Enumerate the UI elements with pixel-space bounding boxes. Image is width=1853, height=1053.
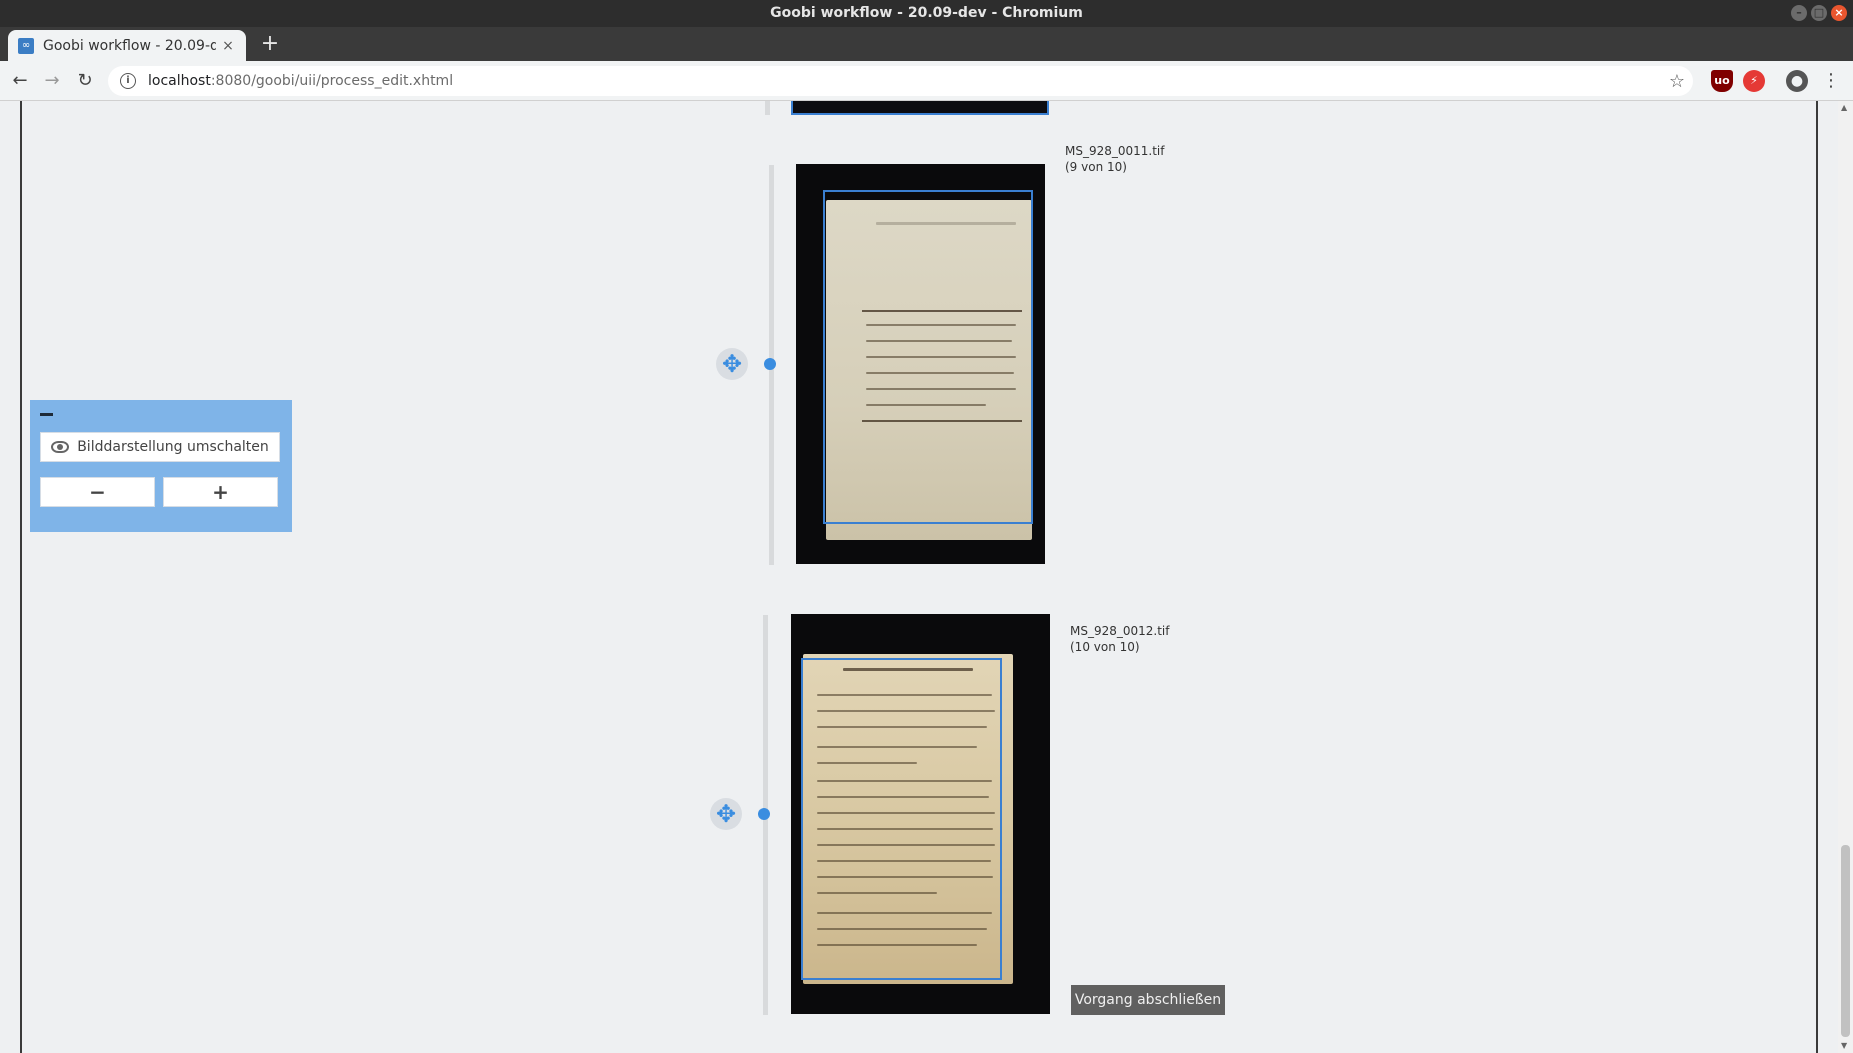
scan-image-10[interactable] <box>791 614 1050 1014</box>
toggle-image-view-label: Bilddarstellung umschalten <box>77 439 269 455</box>
timeline-track <box>765 101 770 115</box>
page-viewport: ✥ MS_928_0011.tif (9 von 10) ✥ MS_928_00… <box>0 101 1853 1053</box>
tab-strip: ∞ Goobi workflow - 20.09-dev × + <box>0 27 1853 61</box>
browser-toolbar: ← → ↻ i localhost:8080/goobi/uii/process… <box>0 61 1853 101</box>
scroll-down-arrow-icon[interactable]: ▼ <box>1841 1041 1847 1050</box>
address-bar[interactable]: i localhost:8080/goobi/uii/process_edit.… <box>108 66 1693 96</box>
tab-close-icon[interactable]: × <box>220 38 236 54</box>
goobi-favicon-icon: ∞ <box>18 37 34 54</box>
site-info-icon[interactable]: i <box>120 73 136 89</box>
image-label-10: MS_928_0012.tif (10 von 10) <box>1070 623 1170 655</box>
bookmark-star-icon[interactable]: ☆ <box>1669 71 1685 92</box>
profile-avatar-icon[interactable]: ● <box>1786 70 1808 92</box>
image-position: (10 von 10) <box>1070 640 1140 654</box>
window-controls: – □ × <box>1791 5 1847 21</box>
timeline-dot <box>758 808 770 820</box>
forward-arrow-icon[interactable]: → <box>40 69 64 93</box>
extension-bolt-icon[interactable]: ⚡ <box>1743 70 1765 92</box>
minimize-button[interactable]: – <box>1791 5 1807 21</box>
browser-tab[interactable]: ∞ Goobi workflow - 20.09-dev × <box>8 30 246 61</box>
zoom-out-button[interactable]: − <box>40 477 155 507</box>
image-filename: MS_928_0011.tif <box>1065 144 1165 158</box>
scroll-up-arrow-icon[interactable]: ▲ <box>1841 103 1847 112</box>
collapse-panel-icon[interactable] <box>40 413 53 416</box>
scan-image-9[interactable] <box>796 164 1045 564</box>
new-tab-button[interactable]: + <box>258 32 282 56</box>
tab-title: Goobi workflow - 20.09-dev <box>43 37 216 54</box>
window-title: Goobi workflow - 20.09-dev - Chromium <box>770 5 1083 21</box>
url-host: localhost <box>148 73 211 89</box>
image-filename: MS_928_0012.tif <box>1070 624 1170 638</box>
move-icon[interactable]: ✥ <box>716 348 748 380</box>
timeline-dot <box>764 358 776 370</box>
toggle-image-view-button[interactable]: Bilddarstellung umschalten <box>40 432 280 462</box>
image-control-panel: Bilddarstellung umschalten − + <box>30 400 292 532</box>
selection-frame <box>823 190 1033 524</box>
maximize-button[interactable]: □ <box>1811 5 1827 21</box>
url-path: :8080/goobi/uii/process_edit.xhtml <box>210 73 454 89</box>
finish-process-button[interactable]: Vorgang abschließen <box>1071 985 1225 1015</box>
reload-icon[interactable]: ↻ <box>73 69 97 93</box>
zoom-in-button[interactable]: + <box>163 477 278 507</box>
window-titlebar: Goobi workflow - 20.09-dev - Chromium – … <box>0 0 1853 27</box>
page-scrollbar[interactable]: ▲ ▼ <box>1838 101 1853 1053</box>
image-label-9: MS_928_0011.tif (9 von 10) <box>1065 143 1165 175</box>
scrollbar-thumb[interactable] <box>1841 845 1850 1037</box>
move-icon[interactable]: ✥ <box>710 798 742 830</box>
back-arrow-icon[interactable]: ← <box>8 69 32 93</box>
close-window-button[interactable]: × <box>1831 5 1847 21</box>
selection-frame <box>801 658 1002 980</box>
browser-menu-icon[interactable]: ⋮ <box>1822 69 1840 93</box>
image-position: (9 von 10) <box>1065 160 1127 174</box>
eye-icon <box>51 441 70 453</box>
ublock-extension-icon[interactable]: uo <box>1711 70 1733 92</box>
scan-image-previous[interactable] <box>791 101 1049 115</box>
